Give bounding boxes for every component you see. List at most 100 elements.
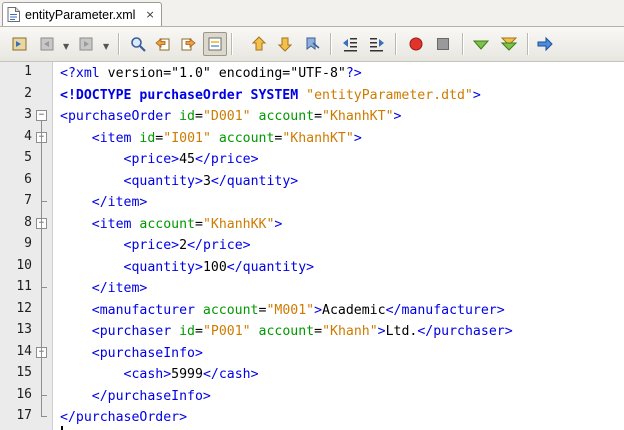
code-token: id xyxy=(179,324,195,339)
code-line[interactable]: </item> xyxy=(60,192,148,213)
code-line[interactable]: </purchaseInfo> xyxy=(60,386,211,407)
code-token: </item> xyxy=(91,195,148,210)
code-line[interactable]: <purchaseInfo> xyxy=(60,343,203,364)
shift-right-icon[interactable] xyxy=(366,33,388,55)
code-line[interactable]: <manufacturer account="M001">Academic</m… xyxy=(60,300,505,321)
code-line[interactable]: <quantity>100</quantity> xyxy=(60,257,315,278)
code-line[interactable]: <purchaseOrder id="D001" account="KhanhK… xyxy=(60,106,401,127)
code-token: "D001" xyxy=(202,109,259,124)
toolbar-separator xyxy=(527,33,529,55)
stop-macro-icon[interactable] xyxy=(432,33,454,55)
code-token: <purchaseOrder xyxy=(60,109,180,124)
record-macro-icon[interactable] xyxy=(405,33,427,55)
line-number: 3 xyxy=(24,107,32,122)
code-token: id xyxy=(139,130,156,146)
code-token: = xyxy=(314,109,323,124)
editor-tab-strip: entityParameter.xml × xyxy=(0,0,624,27)
code-token: </item> xyxy=(91,281,148,296)
code-token: account xyxy=(218,130,275,146)
line-number: 14 xyxy=(16,343,32,359)
toolbar-separator xyxy=(118,33,120,55)
previous-bookmark-icon[interactable] xyxy=(248,33,270,55)
back-icon[interactable] xyxy=(36,33,58,55)
code-line[interactable]: <item account="KhanhKK"> xyxy=(60,214,283,235)
code-line[interactable]: <purchaser id="P001" account="Khanh">Ltd… xyxy=(60,321,513,342)
source-view-icon[interactable] xyxy=(9,33,31,55)
code-token: <?xml xyxy=(60,66,108,81)
check-xml-icon[interactable] xyxy=(470,33,492,55)
xsl-transform-icon[interactable] xyxy=(534,33,556,55)
code-token: account xyxy=(139,216,195,232)
code-line[interactable]: <quantity>3</quantity> xyxy=(60,171,299,192)
code-token: "Khanh" xyxy=(322,324,378,339)
line-number: 15 xyxy=(16,365,32,380)
tab-entity-parameter[interactable]: entityParameter.xml × xyxy=(2,2,162,26)
code-line[interactable]: <price>2</price> xyxy=(60,235,251,256)
line-number: 4 xyxy=(24,128,32,144)
code-line[interactable]: </item> xyxy=(60,278,148,299)
shift-left-icon[interactable] xyxy=(339,33,361,55)
find-previous-icon[interactable] xyxy=(152,33,174,55)
toggle-bookmark-icon[interactable] xyxy=(301,33,323,55)
forward-icon[interactable] xyxy=(75,33,97,55)
back-dropdown-icon[interactable]: ▼ xyxy=(63,42,69,51)
next-bookmark-icon[interactable] xyxy=(274,33,296,55)
code-line[interactable]: <cash>5999</cash> xyxy=(60,364,259,385)
toggle-highlight-icon[interactable] xyxy=(203,32,227,56)
code-line[interactable]: <price>45</price> xyxy=(60,149,259,170)
code-line[interactable]: <item id="I001" account="KhanhKT"> xyxy=(60,128,362,149)
text-caret xyxy=(61,426,63,430)
code-token: </manufacturer> xyxy=(385,302,505,318)
line-number: 1 xyxy=(24,64,32,79)
xml-editor[interactable]: 123−4−5678−91011121314−151617 <?xml vers… xyxy=(0,62,624,430)
code-line[interactable]: <?xml version="1.0" encoding="UTF-8"?> xyxy=(60,63,362,84)
code-line[interactable]: <!DOCTYPE purchaseOrder SYSTEM "entityPa… xyxy=(60,85,481,106)
code-token: <purchaser xyxy=(91,324,180,339)
code-line[interactable]: </purchaseOrder> xyxy=(60,407,187,428)
code-token: </purchaseOrder> xyxy=(60,410,188,425)
code-token: "M001" xyxy=(266,302,315,318)
code-token: </cash> xyxy=(202,367,259,382)
code-token: <price> xyxy=(123,238,180,253)
code-token: > xyxy=(393,109,402,124)
code-token: > xyxy=(472,87,481,103)
validate-xml-icon[interactable] xyxy=(498,33,520,55)
line-number: 13 xyxy=(16,322,32,337)
xml-file-icon xyxy=(7,7,20,22)
find-next-icon[interactable] xyxy=(177,33,199,55)
code-token: <item xyxy=(91,130,140,146)
code-token: 5999 xyxy=(171,367,203,382)
find-icon[interactable] xyxy=(127,33,149,55)
code-token: "KhanhKT" xyxy=(282,130,354,146)
code-token: = xyxy=(194,109,203,124)
fold-end-marker xyxy=(41,416,47,417)
code-token: Ltd. xyxy=(385,324,418,339)
code-token: </price> xyxy=(187,238,251,253)
code-token: "entityParameter.dtd" xyxy=(306,87,473,103)
code-token: id xyxy=(179,109,195,124)
line-number: 17 xyxy=(16,408,32,423)
fold-toggle-icon[interactable]: − xyxy=(36,110,47,121)
forward-dropdown-icon[interactable]: ▼ xyxy=(103,42,109,51)
line-number-gutter: 123−4−5678−91011121314−151617 xyxy=(0,62,53,430)
tab-label: entityParameter.xml xyxy=(25,7,136,22)
fold-guide xyxy=(41,121,42,416)
code-token: > xyxy=(377,324,386,339)
code-token: 2 xyxy=(179,238,188,253)
line-number: 7 xyxy=(24,193,32,208)
toolbar-separator xyxy=(462,33,464,55)
code-token: <quantity> xyxy=(123,173,203,189)
code-token: 3 xyxy=(202,173,211,189)
close-tab-icon[interactable]: × xyxy=(145,8,154,21)
code-token: </quantity> xyxy=(210,173,299,189)
code-token: <cash> xyxy=(123,367,172,382)
code-token: </quantity> xyxy=(226,259,315,275)
line-number: 2 xyxy=(24,85,32,101)
